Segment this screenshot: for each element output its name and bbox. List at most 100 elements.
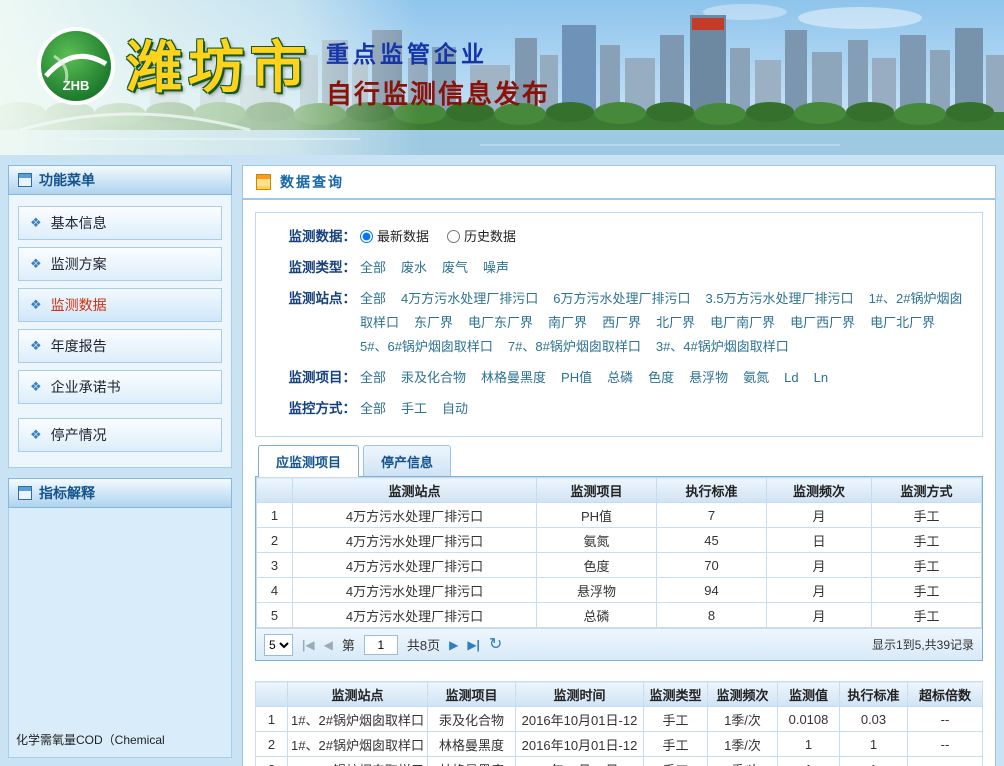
next-page-icon[interactable]: ▶ [449, 638, 458, 652]
filter-option-link[interactable]: 废气 [442, 260, 468, 275]
radio-option[interactable]: 历史数据 [447, 229, 516, 244]
last-page-icon[interactable]: ▶| [467, 638, 480, 652]
data-cell: 手工 [644, 757, 708, 766]
radio-label: 最新数据 [377, 229, 429, 244]
sidebar-item-link[interactable]: ❖停产情况 [18, 418, 222, 452]
tab-active[interactable]: 应监测项目 [258, 445, 359, 476]
page-number-input[interactable] [364, 635, 398, 655]
site-subtitle-1: 重点监管企业 [326, 35, 550, 69]
radio-input[interactable] [360, 230, 373, 243]
sidebar-menu: ❖基本信息 ❖监测方案 ❖监测数据 ❖年度报告 ❖企业承诺书 ❖停产情况 [8, 195, 232, 468]
page-size-select[interactable]: 5 [264, 634, 293, 656]
filter-option-link[interactable]: 西厂界 [602, 315, 641, 330]
main-content: 数据查询 监测数据： 最新数据历史数据 监测类型： 全部废水废气噪声 监测站点：… [242, 165, 996, 766]
filter-option-link[interactable]: Ld [784, 370, 798, 385]
data-cell: 7 [657, 503, 767, 528]
data-cell: 日 [767, 528, 872, 553]
zhb-logo: ZHB [36, 26, 116, 106]
filter-option-link[interactable]: 4万方污水处理厂排污口 [401, 291, 538, 306]
filter-option-link[interactable]: 南厂界 [548, 315, 587, 330]
row-number-header [256, 682, 288, 707]
tab-inactive[interactable]: 停产信息 [363, 445, 451, 476]
data-cell: 1 [840, 757, 908, 766]
diamond-icon: ❖ [30, 338, 42, 354]
filter-option-link[interactable]: 东厂界 [414, 315, 453, 330]
filter-option-link[interactable]: 5#、6#锅炉烟囱取样口 [360, 339, 493, 354]
row-number-cell: 5 [257, 603, 293, 628]
filter-label-item: 监测项目： [266, 366, 356, 390]
table-row: 44万方污水处理厂排污口悬浮物94月手工 [257, 578, 982, 603]
filter-option-link[interactable]: 3.5万方污水处理厂排污口 [705, 291, 853, 306]
first-page-icon[interactable]: |◀ [302, 638, 315, 652]
filter-row-station: 监测站点： 全部4万方污水处理厂排污口6万方污水处理厂排污口3.5万方污水处理厂… [266, 287, 972, 359]
filter-option-link[interactable]: PH值 [561, 370, 592, 385]
filter-option-link[interactable]: 3#、4#锅炉烟囱取样口 [656, 339, 789, 354]
data-options: 最新数据 历史数据 [356, 225, 972, 249]
data-cell: 林格曼黑度 [428, 757, 516, 766]
row-number-cell: 1 [257, 503, 293, 528]
filter-option-link[interactable]: 全部 [360, 401, 386, 416]
filter-option-link[interactable]: 手工 [401, 401, 427, 416]
data-cell: 手工 [872, 578, 982, 603]
filter-option-link[interactable]: 7#、8#锅炉烟囱取样口 [508, 339, 641, 354]
column-header: 监测频次 [708, 682, 778, 707]
station-options: 全部4万方污水处理厂排污口6万方污水处理厂排污口3.5万方污水处理厂排污口1#、… [356, 287, 972, 359]
data-cell: 4万方污水处理厂排污口 [293, 528, 537, 553]
radio-option[interactable]: 最新数据 [360, 229, 429, 244]
city-name: 潍坊市 [126, 26, 312, 112]
filter-option-link[interactable]: 电厂东厂界 [468, 315, 533, 330]
prev-page-icon[interactable]: ◀ [324, 638, 333, 652]
data-cell: 2016年10月01日-12 [516, 757, 644, 766]
data-cell: 手工 [872, 528, 982, 553]
row-number-cell: 2 [256, 732, 288, 757]
filter-option-link[interactable]: 自动 [442, 401, 468, 416]
sidebar-item-link[interactable]: ❖企业承诺书 [18, 370, 222, 404]
filter-option-link[interactable]: 北厂界 [656, 315, 695, 330]
data-cell: 8 [657, 603, 767, 628]
filter-option-link[interactable]: 汞及化合物 [401, 370, 466, 385]
filter-option-link[interactable]: 电厂西厂界 [790, 315, 855, 330]
filter-option-link[interactable]: 电厂南厂界 [710, 315, 775, 330]
sidebar-item-link[interactable]: ❖基本信息 [18, 206, 222, 240]
row-number-cell: 1 [256, 707, 288, 732]
refresh-icon[interactable]: ↻ [489, 637, 502, 653]
table-row: 21#、2#锅炉烟囱取样口林格曼黑度2016年10月01日-12手工1季/次11… [256, 732, 983, 757]
clipboard-icon [256, 174, 271, 190]
page-title: 数据查询 [280, 172, 344, 192]
filter-option-link[interactable]: 色度 [648, 370, 674, 385]
data-cell: 4万方污水处理厂排污口 [293, 578, 537, 603]
function-menu-title: 功能菜单 [39, 170, 95, 190]
data-cell: -- [908, 707, 983, 732]
method-options: 全部手工自动 [356, 397, 972, 421]
sidebar-item-link[interactable]: ❖监测方案 [18, 247, 222, 281]
data-cell: -- [908, 732, 983, 757]
radio-input[interactable] [447, 230, 460, 243]
data-cell: 总磷 [537, 603, 657, 628]
filter-option-link[interactable]: 全部 [360, 291, 386, 306]
filter-option-link[interactable]: 氨氮 [743, 370, 769, 385]
diamond-icon: ❖ [30, 256, 42, 272]
filter-option-link[interactable]: 6万方污水处理厂排污口 [553, 291, 690, 306]
data-cell: 70 [657, 553, 767, 578]
column-header: 监测频次 [767, 478, 872, 503]
column-header: 监测时间 [516, 682, 644, 707]
indicator-text: 化学需氧量COD（Chemical [16, 731, 165, 748]
data-cell: PH值 [537, 503, 657, 528]
column-header: 监测方式 [872, 478, 982, 503]
filter-option-link[interactable]: 电厂北厂界 [870, 315, 935, 330]
sidebar-item-link[interactable]: ❖年度报告 [18, 329, 222, 363]
data-cell: 1季/次 [708, 732, 778, 757]
sidebar-item-active[interactable]: ❖监测数据 [18, 288, 222, 322]
filter-option-link[interactable]: 废水 [401, 260, 427, 275]
filter-option-link[interactable]: 全部 [360, 260, 386, 275]
filter-option-link[interactable]: Ln [814, 370, 828, 385]
filter-option-link[interactable]: 总磷 [607, 370, 633, 385]
filter-option-link[interactable]: 林格曼黑度 [481, 370, 546, 385]
filter-option-link[interactable]: 全部 [360, 370, 386, 385]
filter-option-link[interactable]: 噪声 [483, 260, 509, 275]
filter-panel: 监测数据： 最新数据历史数据 监测类型： 全部废水废气噪声 监测站点： 全部4万… [255, 212, 983, 437]
data-cell: 手工 [644, 732, 708, 757]
row-number-cell: 2 [257, 528, 293, 553]
item-options: 全部汞及化合物林格曼黑度 PH值总磷色度悬浮物氨氮 Ld Ln [356, 366, 972, 390]
filter-option-link[interactable]: 悬浮物 [689, 370, 728, 385]
